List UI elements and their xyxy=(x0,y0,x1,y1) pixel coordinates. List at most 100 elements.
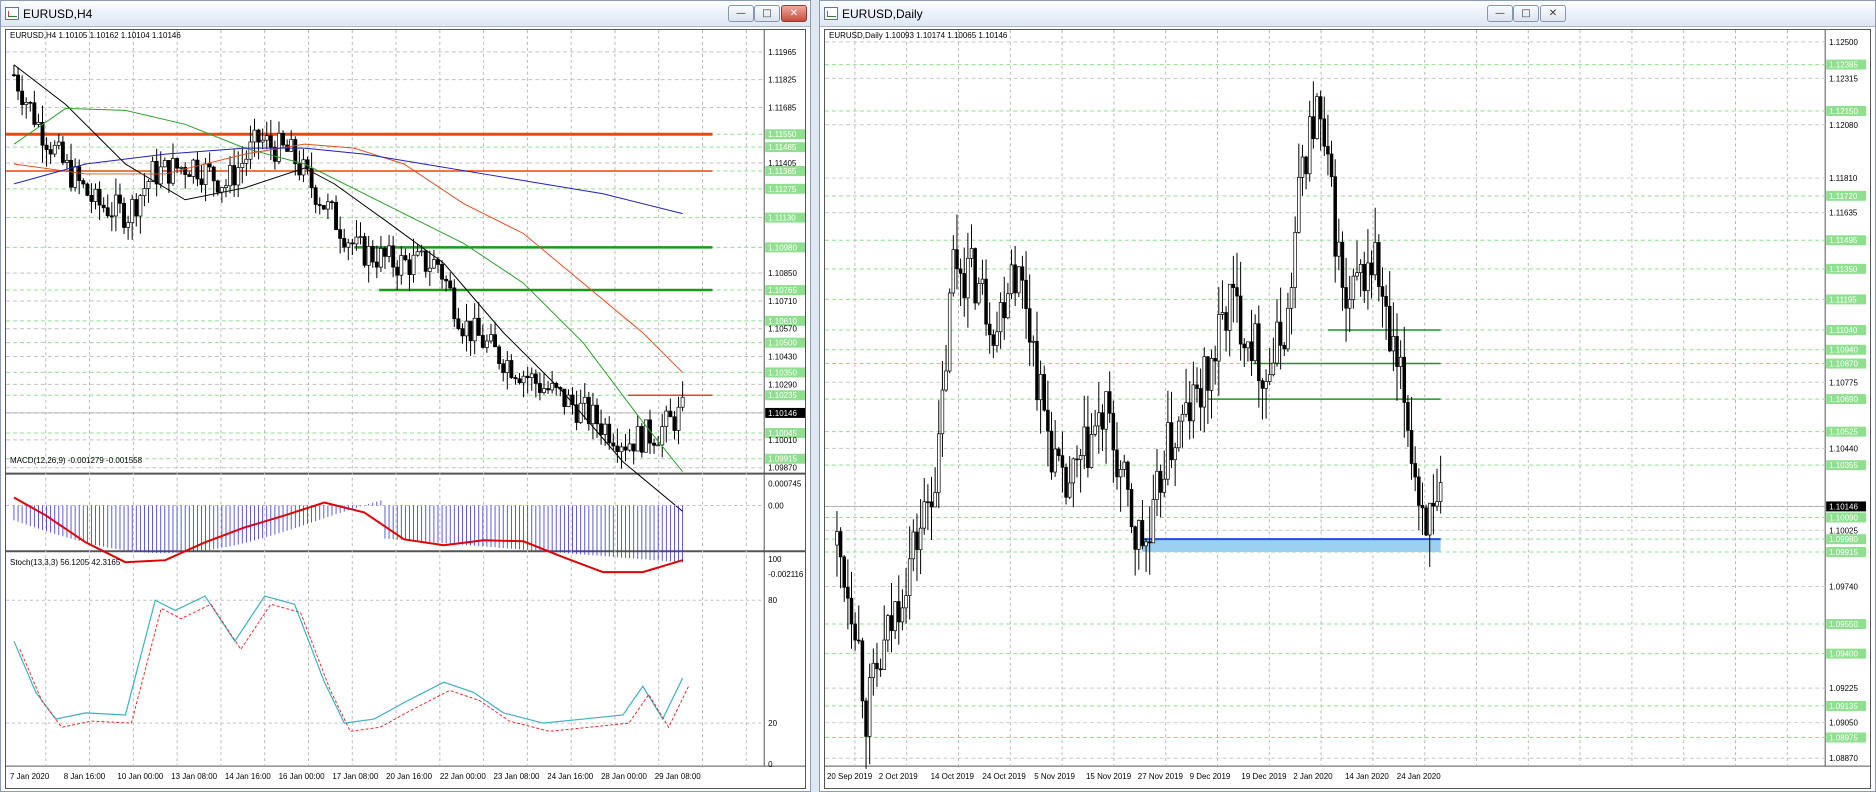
candle-body xyxy=(611,442,616,447)
candle-body xyxy=(1406,402,1410,431)
candle-body xyxy=(1097,412,1101,427)
daily-title-bar[interactable]: EURUSD,Daily — □ ✕ xyxy=(820,1,1875,27)
candle-body xyxy=(44,144,49,150)
price-tick-label: 1.11495 xyxy=(1829,236,1858,245)
price-tick-label: 1.11195 xyxy=(1829,295,1857,304)
candle-body xyxy=(505,360,510,373)
close-button[interactable]: ✕ xyxy=(1540,5,1566,22)
candle-body xyxy=(987,323,992,336)
price-tick-label: 1.11275 xyxy=(768,185,797,194)
stoch-axis-label: 100 xyxy=(768,555,782,564)
stoch-signal-line xyxy=(19,603,690,732)
candle-body xyxy=(1267,374,1272,382)
candle-body xyxy=(1089,434,1094,468)
candle-body xyxy=(1427,502,1432,536)
candle-body xyxy=(293,139,298,165)
candle-body xyxy=(951,249,956,294)
candle-body xyxy=(1013,264,1017,294)
candle-body xyxy=(366,246,371,266)
daily-chart-window[interactable]: EURUSD,Daily — □ ✕ 1.12500 1.12385 1.12315… xyxy=(819,0,1876,792)
time-axis-label: 9 Dec 2019 xyxy=(1190,772,1231,781)
price-tick-label: 1.11040 xyxy=(1829,326,1858,335)
candle-body xyxy=(391,245,396,268)
price-tick-label: 1.10090 xyxy=(1829,513,1858,522)
h4-chart-svg[interactable]: 1.119651.118251.116851.115501.114851.114… xyxy=(6,30,805,788)
daily-chart-canvas[interactable]: 1.12500 1.12385 1.12315 1.12150 1.12080 1.118… xyxy=(824,29,1871,789)
candle-body xyxy=(118,194,122,204)
candle-body xyxy=(1104,391,1108,430)
candle-body xyxy=(835,531,839,546)
candle-body xyxy=(1333,176,1337,257)
close-button[interactable]: ✕ xyxy=(781,5,807,22)
price-tick-label: 1.09135 xyxy=(1829,702,1858,711)
stoch-main-line xyxy=(13,595,684,724)
candle-body xyxy=(1366,262,1370,292)
candle-body xyxy=(440,264,445,280)
candle-body xyxy=(419,250,424,253)
maximize-button[interactable]: □ xyxy=(1513,5,1539,22)
candle-body xyxy=(480,335,485,348)
candle-body xyxy=(529,373,534,379)
candle-body xyxy=(842,556,846,588)
price-tick-label: 1.09915 xyxy=(768,455,797,464)
maximize-button[interactable]: □ xyxy=(754,5,780,22)
time-axis-label: 14 Jan 2020 xyxy=(1345,772,1389,781)
candle-body xyxy=(886,615,890,641)
time-axis-label: 29 Jan 08:00 xyxy=(655,772,701,781)
candle-body xyxy=(1046,409,1050,432)
candle-body xyxy=(211,166,216,182)
h4-title-bar[interactable]: EURUSD,H4 — □ ✕ xyxy=(1,1,810,27)
candle-body xyxy=(109,215,114,218)
daily-ohlc-label: EURUSD,Daily 1.10093 1.10174 1.10065 1.1… xyxy=(829,31,1008,40)
candle-body xyxy=(476,317,481,336)
candle-body xyxy=(1093,425,1097,435)
candle-body xyxy=(203,163,208,185)
h4-chart-window[interactable]: EURUSD,H4 — □ ✕ 1.11965 1.11825 1.11685 1.1… xyxy=(0,0,811,792)
minimize-button[interactable]: — xyxy=(728,5,754,22)
time-axis-label: 28 Jan 00:00 xyxy=(601,772,647,781)
candle-body xyxy=(922,501,926,529)
candle-body xyxy=(427,267,432,272)
candle-body xyxy=(1253,323,1257,362)
time-axis-label: 16 Jan 00:00 xyxy=(279,772,325,781)
candle-body xyxy=(586,396,591,425)
candle-body xyxy=(224,185,228,188)
candle-body xyxy=(260,139,265,143)
candle-body xyxy=(1137,520,1141,550)
candle-body xyxy=(244,158,249,164)
candle-body xyxy=(1060,455,1065,468)
price-tick-label: 1.11635 xyxy=(1829,209,1858,218)
price-tick-label: 1.09915 xyxy=(1829,548,1858,557)
candle-body xyxy=(1009,264,1014,295)
candle-body xyxy=(1067,482,1072,498)
candle-body xyxy=(85,183,90,196)
minimize-button[interactable]: — xyxy=(1487,5,1513,22)
candle-body xyxy=(1249,341,1254,362)
candle-body xyxy=(484,340,489,348)
price-tick-label: 1.11350 xyxy=(1829,265,1858,274)
candle-body xyxy=(431,259,436,269)
candle-body xyxy=(317,204,322,206)
candle-body xyxy=(656,444,661,447)
candle-body xyxy=(370,246,375,263)
candle-body xyxy=(521,375,526,384)
candle-body xyxy=(1235,287,1239,297)
candle-body xyxy=(893,601,897,632)
candle-body xyxy=(1417,476,1421,506)
time-axis-label: 5 Nov 2019 xyxy=(1034,772,1075,781)
candle-body xyxy=(378,248,383,268)
candle-body xyxy=(415,251,420,256)
candle-body xyxy=(73,166,78,188)
candle-body xyxy=(525,375,530,379)
h4-chart-canvas[interactable]: 1.11965 1.11825 1.11685 1.11550 1.11485 1.114… xyxy=(5,29,806,789)
time-axis-label: 2 Oct 2019 xyxy=(879,772,919,781)
candle-body xyxy=(542,388,546,393)
daily-window-title: EURUSD,Daily xyxy=(842,7,923,21)
price-tick-label: 1.10350 xyxy=(768,368,797,377)
daily-chart-svg[interactable]: 1.12500 1.12385 1.12315 1.12150 1.12080 1.118… xyxy=(825,30,1870,788)
candle-body xyxy=(1238,295,1243,345)
macd-axis-label: -0.002116 xyxy=(768,570,804,579)
candle-body xyxy=(20,90,25,105)
candle-body xyxy=(81,180,86,185)
candle-body xyxy=(1064,466,1068,498)
